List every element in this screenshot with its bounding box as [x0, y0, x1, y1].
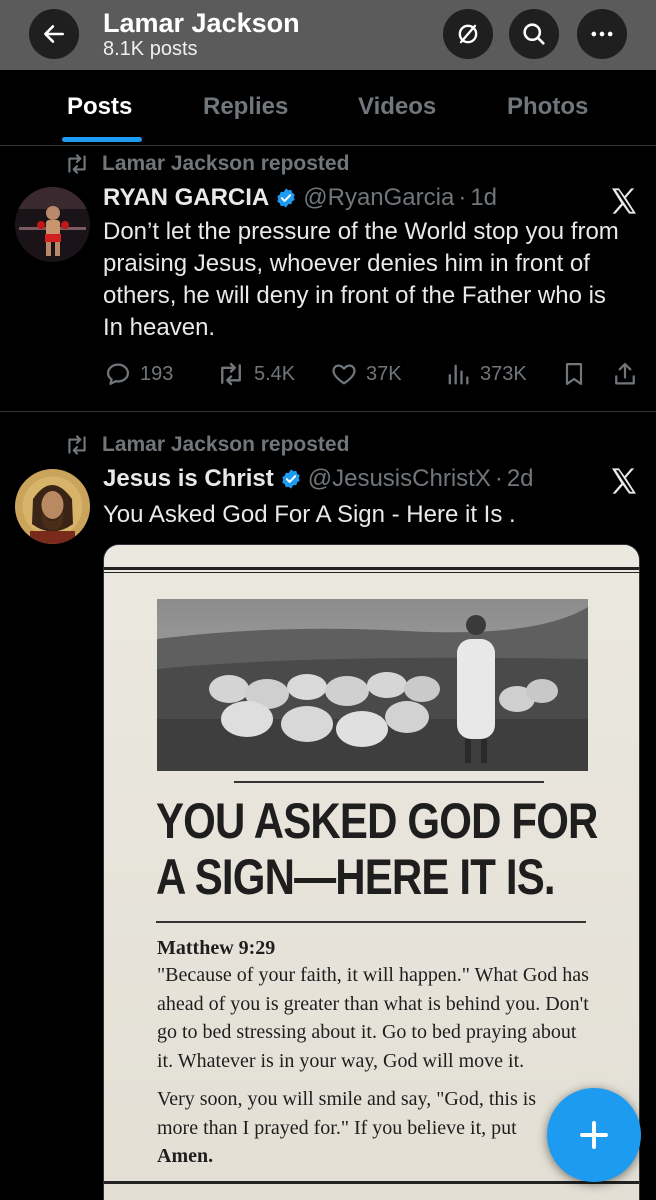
view-count: 373K [480, 362, 527, 385]
search-button[interactable] [509, 9, 559, 59]
repost-icon [221, 362, 241, 386]
plus-icon [580, 1121, 608, 1149]
search-icon [523, 23, 545, 45]
divider [234, 781, 544, 783]
profile-name: Lamar Jackson [103, 8, 300, 38]
author-name[interactable]: Jesus is Christ [103, 465, 274, 493]
views-button[interactable]: 373K [444, 360, 527, 388]
share-icon [615, 362, 635, 385]
reply-button[interactable]: 193 [104, 360, 173, 388]
avatar[interactable] [15, 187, 90, 262]
repost-context: Lamar Jackson reposted [64, 433, 349, 457]
bookmark-icon [565, 362, 583, 386]
repost-icon [68, 154, 86, 174]
verified-badge-icon [275, 187, 297, 209]
divider [104, 572, 639, 573]
post-count: 8.1K posts [103, 38, 198, 60]
profile-tabs: Posts Replies Videos Photos [0, 70, 656, 146]
author-handle[interactable]: @JesusisChristX [308, 465, 491, 493]
divider [104, 1181, 639, 1184]
headline-line-2: A SIGN—HERE IT IS. [156, 849, 556, 905]
repost-count: 5.4K [254, 362, 296, 385]
views-icon [448, 364, 469, 385]
verse-reference: Matthew 9:29 [157, 937, 276, 959]
reply-icon [106, 363, 130, 386]
notifications-button[interactable] [443, 9, 493, 59]
more-icon [591, 31, 613, 37]
back-button[interactable] [29, 9, 79, 59]
repost-button[interactable]: 5.4K [216, 360, 295, 388]
profile-header: Lamar Jackson 8.1K posts [0, 0, 656, 70]
repost-context: Lamar Jackson reposted [64, 152, 349, 176]
verified-badge-icon [280, 468, 302, 490]
like-button[interactable]: 37K [330, 360, 402, 388]
post-actions: 193 5.4K 37K 373K [104, 360, 644, 390]
avatar[interactable] [15, 469, 90, 544]
arrow-left-icon [44, 25, 64, 43]
heart-icon [332, 364, 356, 385]
separator-dot: · [494, 465, 503, 492]
repost-label: Lamar Jackson reposted [102, 152, 350, 175]
headline-line-1: YOU ASKED GOD FOR [156, 793, 598, 849]
closing-text-bold: Amen. [157, 1145, 214, 1167]
graphic-headline: YOU ASKED GOD FOR A SIGN—HERE IT IS. [156, 793, 610, 905]
separator-dot: · [458, 184, 467, 211]
x-logo-icon[interactable] [608, 185, 640, 217]
post[interactable]: Lamar Jackson reposted Jesus is Christ @… [0, 413, 656, 1200]
post-author-line: RYAN GARCIA @RyanGarcia · 1d [103, 184, 497, 212]
reply-count: 193 [140, 362, 174, 385]
post-time[interactable]: 2d [507, 465, 534, 493]
author-name[interactable]: RYAN GARCIA [103, 184, 269, 212]
post-text: You Asked God For A Sign - Here it Is . [103, 501, 516, 528]
more-button[interactable] [577, 9, 627, 59]
tab-photos[interactable]: Photos [507, 92, 588, 122]
tab-videos[interactable]: Videos [358, 92, 436, 122]
repost-icon [68, 435, 86, 455]
tab-posts[interactable]: Posts [67, 92, 132, 122]
bookmark-button[interactable] [560, 360, 588, 388]
post-text: Don’t let the pressure of the World stop… [103, 218, 619, 341]
verse-text: "Because of your faith, it will happen."… [157, 964, 589, 1072]
bell-off-icon [458, 24, 478, 44]
active-tab-indicator [62, 137, 142, 142]
post[interactable]: Lamar Jackson reposted RYAN GARCIA @Ryan… [0, 146, 656, 412]
post-author-line: Jesus is Christ @JesusisChristX · 2d [103, 465, 534, 493]
post-time[interactable]: 1d [470, 184, 497, 212]
repost-label: Lamar Jackson reposted [102, 433, 350, 456]
x-logo-icon[interactable] [608, 465, 640, 497]
tab-replies[interactable]: Replies [203, 92, 288, 122]
share-button[interactable] [611, 360, 639, 388]
divider [156, 921, 586, 923]
closing-text: Very soon, you will smile and say, "God,… [157, 1085, 577, 1171]
compose-button[interactable] [547, 1088, 641, 1182]
author-handle[interactable]: @RyanGarcia [303, 184, 454, 212]
divider [104, 567, 639, 570]
closing-text-body: Very soon, you will smile and say, "God,… [157, 1088, 537, 1139]
like-count: 37K [366, 362, 402, 385]
shepherd-sheep-photo [157, 599, 588, 771]
